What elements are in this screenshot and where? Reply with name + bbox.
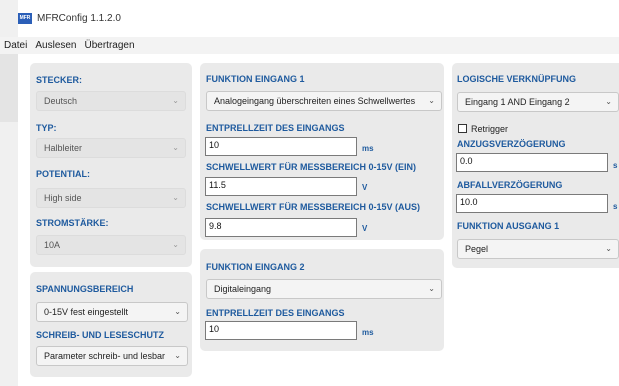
schreibschutz-value: Parameter schreib- und lesbar — [44, 351, 166, 361]
panel-eingang-1: FUNKTION EINGANG 1 Analogeingang übersch… — [200, 63, 444, 240]
abfall-input[interactable]: 10.0 — [456, 194, 608, 213]
chevron-down-icon: ⌄ — [174, 307, 181, 316]
eingang2-entprell-unit: ms — [362, 328, 374, 337]
panel-logische-verknuepfung: LOGISCHE VERKNÜPFUNG Eingang 1 AND Einga… — [452, 63, 619, 268]
panel-spannungsbereich: SPANNUNGSBEREICH 0-15V fest eingestellt … — [30, 272, 192, 377]
chevron-down-icon: ⌄ — [428, 284, 435, 293]
abfall-unit: s — [613, 202, 618, 211]
eingang1-schwell-aus-input[interactable]: 9.8 — [205, 218, 357, 237]
anzug-unit: s — [613, 161, 618, 170]
eingang1-schwell-ein-input[interactable]: 11.5 — [205, 177, 357, 196]
eingang1-entprell-unit: ms — [362, 144, 374, 153]
ausgang-select[interactable]: Pegel ⌄ — [457, 239, 619, 259]
eingang1-funktion-value: Analogeingang überschreiten eines Schwel… — [214, 96, 416, 106]
potential-value: High side — [44, 193, 82, 203]
eingang1-schwell-ein-label: SCHWELLWERT FÜR MESSBEREICH 0-15V (EIN) — [206, 162, 417, 172]
stecker-label: STECKER: — [36, 75, 83, 85]
typ-value: Halbleiter — [44, 143, 83, 153]
logik-verknuepfung-select[interactable]: Eingang 1 AND Eingang 2 ⌄ — [457, 92, 619, 112]
spannungsbereich-select[interactable]: 0-15V fest eingestellt ⌄ — [36, 302, 188, 322]
chevron-down-icon: ⌄ — [174, 351, 181, 360]
stromstaerke-select[interactable]: 10A ⌄ — [36, 235, 186, 255]
anzug-label: ANZUGSVERZÖGERUNG — [457, 139, 566, 149]
menu-datei[interactable]: Datei — [0, 40, 31, 51]
chevron-down-icon: ⌄ — [428, 96, 435, 105]
chevron-down-icon: ⌄ — [172, 96, 179, 105]
typ-label: TYP: — [36, 123, 57, 133]
spannungsbereich-value: 0-15V fest eingestellt — [44, 307, 129, 317]
eingang2-funktion-value: Digitaleingang — [214, 284, 272, 294]
eingang1-schwell-aus-label: SCHWELLWERT FÜR MESSBEREICH 0-15V (AUS) — [206, 202, 421, 212]
eingang1-schwell-aus-unit: V — [362, 224, 368, 233]
schreibschutz-label: SCHREIB- UND LESESCHUTZ — [36, 330, 165, 340]
schreibschutz-select[interactable]: Parameter schreib- und lesbar ⌄ — [36, 346, 188, 366]
spannungsbereich-label: SPANNUNGSBEREICH — [36, 284, 134, 294]
app-window: MFR MFRConfig 1.1.2.0 Datei Auslesen Übe… — [0, 0, 619, 386]
abfall-label: ABFALLVERZÖGERUNG — [457, 180, 563, 190]
eingang2-entprell-label: ENTPRELLZEIT DES EINGANGS — [206, 308, 345, 318]
eingang1-entprell-label: ENTPRELLZEIT DES EINGANGS — [206, 123, 345, 133]
panel-eingang-2: FUNKTION EINGANG 2 Digitaleingang ⌄ ENTP… — [200, 249, 444, 351]
ausgang-label: FUNKTION AUSGANG 1 — [457, 221, 560, 231]
chevron-down-icon: ⌄ — [172, 143, 179, 152]
anzug-input[interactable]: 0.0 — [456, 153, 608, 172]
stromstaerke-value: 10A — [44, 240, 61, 250]
chevron-down-icon: ⌄ — [605, 244, 612, 253]
ausgang-value: Pegel — [465, 244, 489, 254]
stromstaerke-label: STROMSTÄRKE: — [36, 218, 109, 228]
potential-label: POTENTIAL: — [36, 169, 90, 179]
logik-title: LOGISCHE VERKNÜPFUNG — [457, 74, 577, 84]
retrigger-label: Retrigger — [471, 124, 509, 134]
eingang2-title: FUNKTION EINGANG 2 — [206, 262, 305, 272]
potential-select[interactable]: High side ⌄ — [36, 188, 186, 208]
chevron-down-icon: ⌄ — [172, 193, 179, 202]
eingang1-entprell-input[interactable]: 10 — [205, 137, 357, 156]
stecker-value: Deutsch — [44, 96, 78, 106]
panel-stecker: STECKER: Deutsch ⌄ TYP: Halbleiter ⌄ POT… — [30, 63, 192, 267]
retrigger-checkbox[interactable] — [458, 124, 467, 133]
menu-uebertragen[interactable]: Übertragen — [81, 40, 139, 51]
menu-bar: Datei Auslesen Übertragen — [0, 37, 619, 54]
eingang1-schwell-ein-unit: V — [362, 183, 368, 192]
app-logo-icon: MFR — [18, 12, 32, 24]
typ-select[interactable]: Halbleiter ⌄ — [36, 138, 186, 158]
eingang2-funktion-select[interactable]: Digitaleingang ⌄ — [206, 279, 442, 299]
menu-auslesen[interactable]: Auslesen — [31, 40, 80, 51]
stecker-select[interactable]: Deutsch ⌄ — [36, 91, 186, 111]
eingang1-title: FUNKTION EINGANG 1 — [206, 74, 305, 84]
chevron-down-icon: ⌄ — [172, 240, 179, 249]
title-bar: MFR MFRConfig 1.1.2.0 — [18, 6, 121, 30]
window-title: MFRConfig 1.1.2.0 — [37, 12, 121, 24]
logik-verknuepfung-value: Eingang 1 AND Eingang 2 — [465, 97, 570, 107]
eingang2-entprell-input[interactable]: 10 — [205, 321, 357, 340]
eingang1-funktion-select[interactable]: Analogeingang überschreiten eines Schwel… — [206, 91, 442, 111]
chevron-down-icon: ⌄ — [605, 97, 612, 106]
